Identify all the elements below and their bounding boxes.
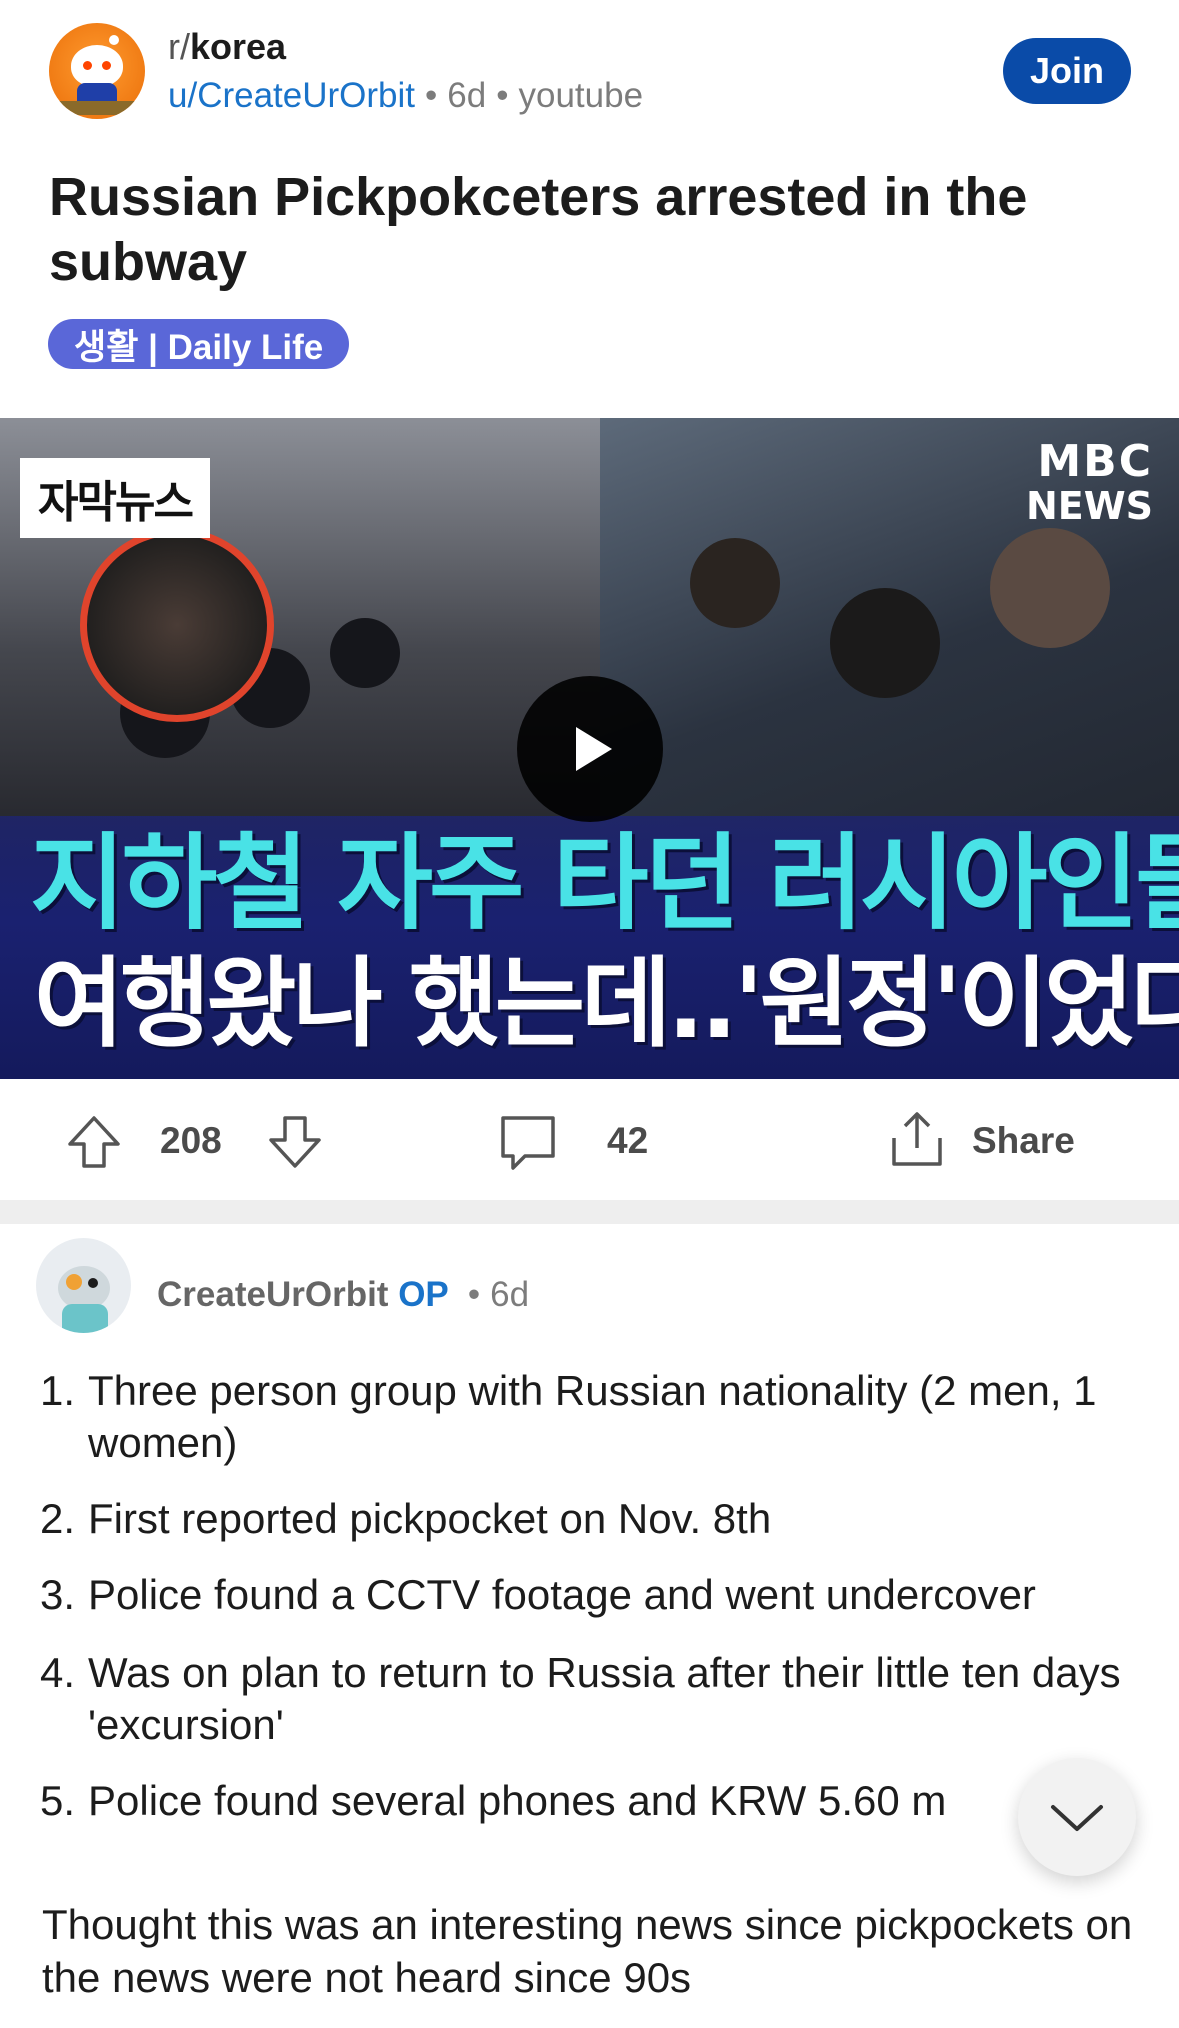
caption-line1: 지하철 자주 타던 러시아인들 [30,822,1179,944]
news-tag: 자막뉴스 [20,458,210,538]
comment-meta: • 6d [458,1275,529,1314]
separator-dot: • [496,76,509,115]
logo-line1: MBC [1037,436,1153,487]
list-number: 1. [40,1367,76,1414]
comment-header: CreateUrOrbit OP • 6d [157,1275,529,1315]
comment-age: 6d [490,1275,530,1314]
comment-icon[interactable] [495,1110,561,1181]
post-age: 6d [447,76,487,115]
thumbnail-crowd [330,618,400,688]
comment-count[interactable]: 42 [607,1120,648,1162]
list-item: 1. Three person group with Russian nation… [40,1365,1150,1469]
list-item: 5. Police found several phones and KRW 5.… [40,1775,1150,1827]
comment-paragraph: Thought this was an interesting news sin… [42,1901,1133,2001]
highlight-circle [80,528,274,722]
section-divider [0,1200,1179,1224]
join-button[interactable]: Join [1003,38,1131,104]
list-number: 4. [40,1649,76,1696]
comment-list: 1. Three person group with Russian nation… [40,1365,1150,1851]
caption-line2: 여행왔나 했는데..'원정'이었다 [34,947,1179,1061]
list-item: 4. Was on plan to return to Russia after … [40,1647,1150,1751]
thumbnail-crowd [990,528,1110,648]
post-source: youtube [518,76,644,115]
downvote-icon[interactable] [265,1112,325,1177]
thumbnail-crowd [690,538,780,628]
thumbnail-crowd [830,588,940,698]
upvote-icon[interactable] [64,1112,124,1177]
play-icon [576,727,612,771]
list-number: 5. [40,1777,76,1824]
list-text: Was on plan to return to Russia after th… [88,1649,1121,1748]
chevron-down-icon [1051,1805,1103,1831]
collapse-button[interactable] [1018,1758,1136,1876]
list-text: Police found several phones and KRW 5.60… [88,1777,947,1824]
vote-count: 208 [160,1120,222,1161]
subreddit-name[interactable]: r/korea [168,26,286,68]
list-text: Three person group with Russian national… [88,1367,1097,1466]
video-thumbnail[interactable]: 자막뉴스 MBC NEWS 지하철 자주 타던 러시아인들 여행왔나 했는데..… [0,418,1179,1079]
mbc-news-logo: MBC NEWS [1025,436,1153,528]
bottom-fade [0,2000,1179,2028]
share-button[interactable]: Share [972,1120,1075,1162]
comment-author[interactable]: CreateUrOrbit [157,1275,388,1314]
author-link[interactable]: u/CreateUrOrbit [168,76,415,115]
list-text: First reported pickpocket on Nov. 8th [88,1495,772,1542]
play-button[interactable] [517,676,663,822]
list-item: 2. First reported pickpocket on Nov. 8th [40,1493,1150,1545]
post-title[interactable]: Russian Pickpokceters arrested in the su… [49,165,1129,295]
separator-dot: • [425,76,438,115]
subreddit-prefix: r/ [168,26,190,67]
separator-dot: • [467,1275,481,1314]
logo-line2: NEWS [1025,484,1153,528]
subreddit-label: korea [190,26,287,67]
list-number: 3. [40,1571,76,1618]
comment-avatar[interactable] [36,1238,131,1333]
list-text: Police found a CCTV footage and went und… [88,1571,1036,1618]
op-badge: OP [398,1275,449,1314]
share-icon[interactable] [886,1108,948,1177]
post-flair[interactable]: 생활 | Daily Life [48,319,350,369]
subreddit-avatar[interactable] [49,23,145,119]
list-item: 3. Police found a CCTV footage and went u… [40,1569,1150,1621]
post-meta: u/CreateUrOrbit • 6d • youtube [168,76,643,116]
list-number: 2. [40,1495,76,1542]
